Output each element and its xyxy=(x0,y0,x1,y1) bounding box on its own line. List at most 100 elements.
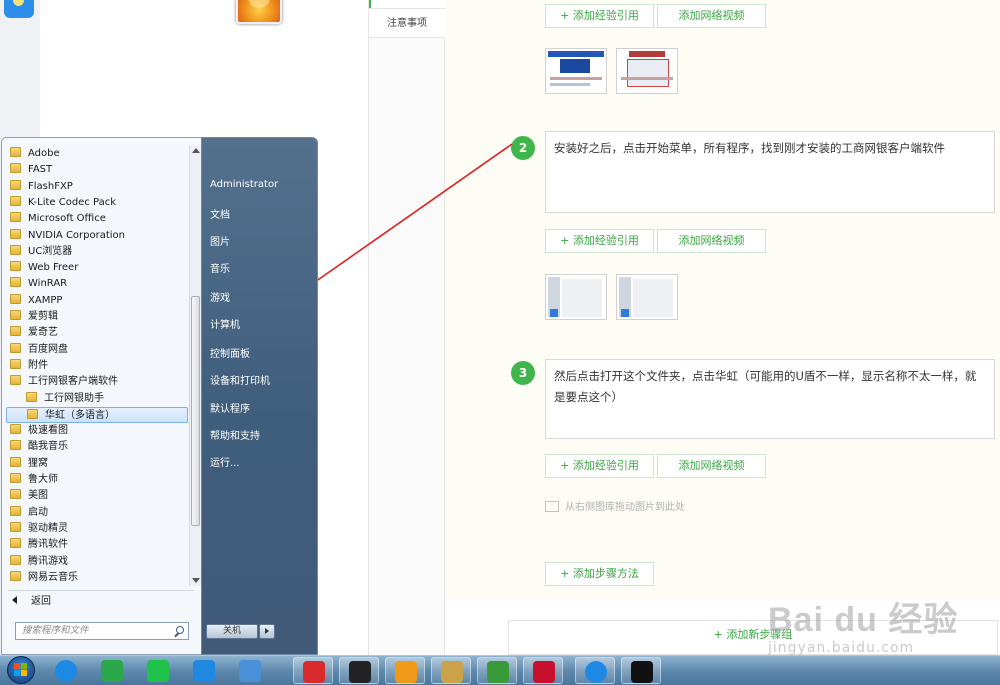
taskbar-button[interactable] xyxy=(385,657,425,684)
shutdown-options-arrow-icon[interactable] xyxy=(259,624,275,639)
menu-item-computer[interactable]: 计算机 xyxy=(210,316,240,331)
taskbar-button[interactable] xyxy=(138,657,178,684)
step-text-input[interactable]: 然后点击打开这个文件夹，点击华虹（可能用的U盾不一样，显示名称不太一样，就是要点… xyxy=(545,359,995,439)
scrollbar-thumb[interactable] xyxy=(191,296,200,526)
folder-icon xyxy=(10,538,21,549)
program-folder-item[interactable]: 酷我音乐 xyxy=(6,439,188,455)
taskbar-button[interactable] xyxy=(339,657,379,684)
qq-icon xyxy=(631,661,653,683)
add-citation-button[interactable]: + 添加经验引用 xyxy=(545,229,654,253)
add-video-button[interactable]: 添加网络视频 xyxy=(657,229,766,253)
folder-icon xyxy=(10,261,21,272)
program-folder-item[interactable]: 工行网银客户端软件 xyxy=(6,374,188,390)
folder-icon xyxy=(27,408,38,419)
program-folder-item[interactable]: 极速看图 xyxy=(6,423,188,439)
folder-icon xyxy=(26,391,37,402)
shutdown-button[interactable]: 关机 xyxy=(206,624,258,639)
program-folder-item[interactable]: 腾讯软件 xyxy=(6,537,188,553)
program-folder-item[interactable]: Adobe xyxy=(6,146,188,162)
program-folder-item[interactable]: 爱奇艺 xyxy=(6,325,188,341)
side-nav: 注意事项 xyxy=(368,0,445,655)
menu-item-control-panel[interactable]: 控制面板 xyxy=(210,345,250,360)
add-step-method-button[interactable]: + 添加步骤方法 xyxy=(545,562,654,586)
menu-item-run[interactable]: 运行... xyxy=(210,454,240,469)
step-image-thumbnail[interactable] xyxy=(545,48,607,94)
menu-item-games[interactable]: 游戏 xyxy=(210,289,230,304)
program-folder-item[interactable]: NVIDIA Corporation xyxy=(6,228,188,244)
add-citation-button[interactable]: + 添加经验引用 xyxy=(545,454,654,478)
search-icon[interactable] xyxy=(176,626,184,634)
program-folder-item[interactable]: 狸窝 xyxy=(6,456,188,472)
programs-scrollbar[interactable] xyxy=(189,146,201,586)
menu-item-default-programs[interactable]: 默认程序 xyxy=(210,400,250,415)
folder-icon xyxy=(10,375,21,386)
menu-item-devices-printers[interactable]: 设备和打印机 xyxy=(210,372,270,387)
program-folder-item[interactable]: 腾讯游戏 xyxy=(6,554,188,570)
step-image-thumbnail[interactable] xyxy=(616,274,678,320)
taskbar-button[interactable] xyxy=(477,657,517,684)
program-folder-item[interactable]: 网易云音乐 xyxy=(6,570,188,586)
program-folder-item[interactable]: K-Lite Codec Pack xyxy=(6,195,188,211)
back-button[interactable]: 返回 xyxy=(12,594,51,610)
program-folder-item[interactable]: Microsoft Office xyxy=(6,211,188,227)
menu-item-pictures[interactable]: 图片 xyxy=(210,233,230,248)
taskbar-button[interactable] xyxy=(293,657,333,684)
program-folder-item[interactable]: Web Freer xyxy=(6,260,188,276)
program-folder-item[interactable]: FAST xyxy=(6,162,188,178)
program-folder-item[interactable]: 爱剪辑 xyxy=(6,309,188,325)
menu-item-help-support[interactable]: 帮助和支持 xyxy=(210,427,260,442)
app-icon[interactable] xyxy=(4,0,34,18)
program-folder-item[interactable]: UC浏览器 xyxy=(6,244,188,260)
taskbar-button[interactable] xyxy=(184,657,224,684)
folder-icon xyxy=(10,195,21,206)
add-video-button[interactable]: 添加网络视频 xyxy=(657,454,766,478)
scroll-up-arrow-icon[interactable] xyxy=(192,148,200,153)
menu-item-music[interactable]: 音乐 xyxy=(210,260,230,275)
search-programs-input[interactable]: 搜索程序和文件 xyxy=(15,622,189,640)
taskbar-button[interactable] xyxy=(575,657,615,684)
folder-icon xyxy=(10,440,21,451)
all-programs-list: Adobe FAST FlashFXP K-Lite Codec Pack Micros… xyxy=(6,146,188,586)
step-text-input[interactable]: 安装好之后，点击开始菜单，所有程序，找到刚才安装的工商网银客户端软件 xyxy=(545,131,995,213)
add-citation-button[interactable]: + 添加经验引用 xyxy=(545,4,654,28)
folder-icon xyxy=(10,163,21,174)
taskbar-button[interactable] xyxy=(621,657,661,684)
folder-icon xyxy=(10,521,21,532)
program-folder-item[interactable]: FlashFXP xyxy=(6,179,188,195)
taskbar-button[interactable] xyxy=(230,657,270,684)
folder-icon xyxy=(10,342,21,353)
program-folder-item[interactable]: 美图 xyxy=(6,488,188,504)
taskbar-button[interactable] xyxy=(431,657,471,684)
program-folder-item[interactable]: 华虹（多语言） xyxy=(6,406,188,423)
folder-icon xyxy=(10,489,21,500)
taskbar-button[interactable] xyxy=(46,657,86,684)
baidu-jingyan-watermark: Bai du 经验 jingyan.baidu.com xyxy=(768,601,959,656)
program-folder-item[interactable]: WinRAR xyxy=(6,276,188,292)
program-folder-item[interactable]: 启动 xyxy=(6,505,188,521)
app-store-icon xyxy=(487,661,509,683)
folder-icon xyxy=(10,277,21,288)
scroll-down-arrow-icon[interactable] xyxy=(192,578,200,583)
start-button[interactable] xyxy=(4,656,38,684)
menu-item-user[interactable]: Administrator xyxy=(210,179,278,190)
side-nav-active-item[interactable] xyxy=(369,0,445,8)
program-folder-item[interactable]: 驱动精灵 xyxy=(6,521,188,537)
taskbar-button[interactable] xyxy=(92,657,132,684)
taskbar-button[interactable] xyxy=(523,657,563,684)
step-image-thumbnail[interactable] xyxy=(616,48,678,94)
start-menu-programs-pane: Adobe FAST FlashFXP K-Lite Codec Pack Micros… xyxy=(1,137,202,655)
step-number-badge: 3 xyxy=(511,361,535,385)
menu-item-documents[interactable]: 文档 xyxy=(210,206,230,221)
program-folder-item[interactable]: XAMPP xyxy=(6,293,188,309)
folder-icon xyxy=(10,570,21,581)
program-folder-item[interactable]: 工行网银助手 xyxy=(6,391,188,407)
user-avatar[interactable] xyxy=(236,0,282,24)
program-folder-item[interactable]: 百度网盘 xyxy=(6,342,188,358)
media-player-icon xyxy=(101,660,123,682)
program-folder-item[interactable]: 鲁大师 xyxy=(6,472,188,488)
uc-browser-icon xyxy=(395,661,417,683)
side-nav-item-notes[interactable]: 注意事项 xyxy=(369,8,445,38)
program-folder-item[interactable]: 附件 xyxy=(6,358,188,374)
add-video-button[interactable]: 添加网络视频 xyxy=(657,4,766,28)
step-image-thumbnail[interactable] xyxy=(545,274,607,320)
